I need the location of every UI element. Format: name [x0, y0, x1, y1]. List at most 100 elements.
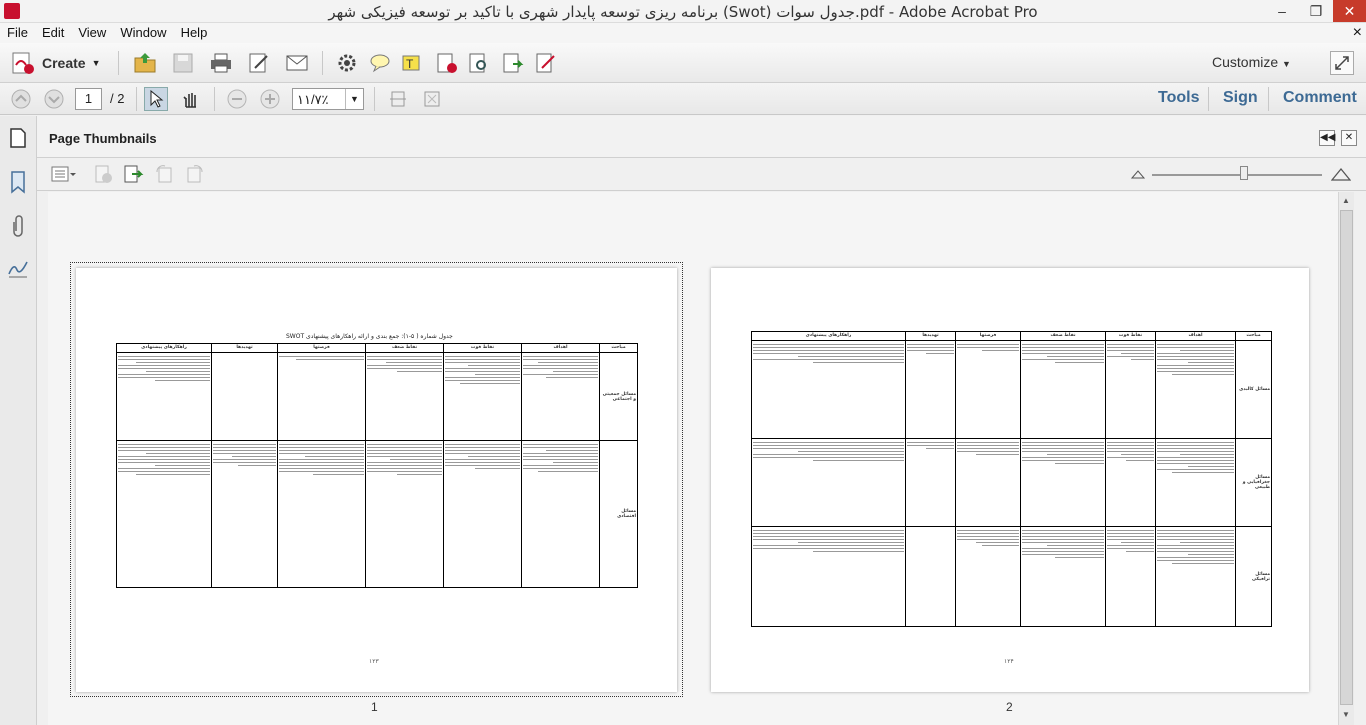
options-menu-icon[interactable]	[51, 162, 77, 186]
swot-table-page-1: مباحث اهداف نقاط قوت نقاط ضعف فرصتها تهدیدها ر…	[116, 343, 638, 588]
email-icon[interactable]	[285, 51, 309, 75]
close-button[interactable]: ✕	[1333, 0, 1366, 22]
menu-edit[interactable]: Edit	[35, 23, 71, 40]
create-button[interactable]: Create ▼	[10, 51, 106, 75]
menu-file[interactable]: File	[0, 23, 35, 40]
panel-title: Page Thumbnails	[49, 131, 157, 146]
chevron-down-icon: ▼	[1282, 59, 1291, 69]
col-header: راهکارهای پیشنهادی	[751, 331, 906, 341]
export-icon[interactable]	[501, 51, 525, 75]
navigation-toolbar: 1 / 2 ۱۱/۷٪ ▼ Tools Sign Comment	[0, 83, 1366, 115]
thumbnails-panel-header: Page Thumbnails ◀◀ ✕	[37, 116, 1366, 158]
fullscreen-icon[interactable]	[1330, 51, 1354, 75]
rotate-clockwise-icon[interactable]	[183, 162, 207, 186]
select-tool-icon[interactable]	[144, 87, 168, 111]
shrink-thumbnails-icon[interactable]	[1129, 162, 1147, 186]
row-header: مسائل جمعیتی و اجتماعی	[599, 352, 638, 441]
comment-icon[interactable]	[368, 51, 392, 75]
tools-tab[interactable]: Tools	[1158, 89, 1199, 107]
comment-tab[interactable]: Comment	[1283, 89, 1357, 107]
col-header: تهدیدها	[905, 331, 956, 341]
thumbnails-toolbar	[37, 158, 1366, 191]
col-header: فرصتها	[955, 331, 1021, 341]
close-document-button[interactable]: ×	[1353, 24, 1362, 42]
page-thumbnail-2[interactable]: مباحث اهداف نقاط قوت نقاط ضعف فرصتها تهدیدها ر…	[711, 268, 1309, 692]
delete-pages-icon[interactable]	[91, 162, 115, 186]
next-page-icon[interactable]	[42, 87, 66, 111]
slider-thumb[interactable]	[1240, 166, 1248, 180]
create-label: Create	[42, 55, 86, 71]
fit-width-icon[interactable]	[420, 87, 444, 111]
scroll-up-icon[interactable]: ▲	[1342, 196, 1350, 205]
menu-help[interactable]: Help	[174, 23, 215, 40]
menu-window[interactable]: Window	[113, 23, 173, 40]
col-header: نقاط قوت	[443, 343, 522, 353]
insert-pages-icon[interactable]	[121, 162, 145, 186]
find-icon[interactable]	[467, 51, 491, 75]
signatures-icon[interactable]	[6, 256, 30, 280]
open-icon[interactable]	[133, 51, 157, 75]
gear-icon[interactable]	[335, 51, 359, 75]
page-thumbnail-1[interactable]: جدول شماره ( ۵-۱): جمع بندی و ارائه راهک…	[76, 268, 677, 692]
total-pages: / 2	[110, 91, 125, 106]
collapse-panel-button[interactable]: ◀◀	[1319, 130, 1335, 146]
previous-page-icon[interactable]	[9, 87, 33, 111]
page-thumbnails-icon[interactable]	[6, 126, 30, 150]
save-icon[interactable]	[171, 51, 195, 75]
menu-bar: File Edit View Window Help ×	[0, 23, 1366, 43]
sign-document-icon[interactable]	[534, 51, 558, 75]
main-toolbar: Create ▼ T Customize ▼	[0, 43, 1366, 83]
col-header: تهدیدها	[211, 343, 278, 353]
enlarge-thumbnails-icon[interactable]	[1329, 162, 1353, 186]
chevron-down-icon: ▼	[91, 58, 101, 68]
swot-table-page-2: مباحث اهداف نقاط قوت نقاط ضعف فرصتها تهدیدها ر…	[751, 331, 1272, 627]
col-header: اهداف	[521, 343, 600, 353]
customize-button[interactable]: Customize ▼	[1212, 54, 1291, 70]
col-header: مباحث	[1235, 331, 1272, 341]
edit-document-icon[interactable]	[247, 51, 271, 75]
zoom-in-icon[interactable]	[258, 87, 282, 111]
close-panel-button[interactable]: ✕	[1341, 130, 1357, 146]
row-header: مسائل اقتصادی	[599, 440, 638, 588]
row-header: مسائل جغرافیایی و طبیعی	[1235, 438, 1272, 527]
customize-label: Customize	[1212, 54, 1279, 70]
col-header: راهکارهای پیشنهادی	[116, 343, 212, 353]
row-header: مسائل کالبدی	[1235, 340, 1272, 439]
create-pdf-icon	[12, 52, 34, 74]
page-label-1: 1	[371, 700, 378, 714]
restore-button[interactable]: ❐	[1299, 0, 1333, 22]
thumbnails-area: جدول شماره ( ۵-۱): جمع بندی و ارائه راهک…	[48, 192, 1338, 725]
fit-page-icon[interactable]	[386, 87, 410, 111]
page-footer-number: ۱۲۴	[1004, 659, 1014, 665]
highlight-text-icon[interactable]: T	[400, 51, 424, 75]
svg-text:T: T	[406, 57, 414, 71]
row-header: مسائل ترافیکی	[1235, 526, 1272, 627]
window-title: برنامه ریزی توسعه پایدار شهری با تاکید ب…	[328, 3, 1038, 21]
scroll-down-icon[interactable]: ▼	[1342, 710, 1350, 719]
print-icon[interactable]	[209, 51, 233, 75]
page-label-2: 2	[1006, 700, 1013, 714]
bookmarks-icon[interactable]	[6, 170, 30, 194]
navigation-pane-bar	[0, 116, 37, 725]
zoom-value: ۱۱/۷٪	[297, 92, 329, 107]
page-footer-number: ۱۲۳	[369, 659, 379, 665]
thumbnail-size-slider[interactable]	[1152, 174, 1322, 176]
chevron-down-icon: ▼	[345, 89, 363, 109]
minimize-button[interactable]: –	[1265, 0, 1299, 22]
zoom-out-icon[interactable]	[225, 87, 249, 111]
delete-page-icon[interactable]	[435, 51, 459, 75]
sign-tab[interactable]: Sign	[1223, 89, 1258, 107]
vertical-scrollbar[interactable]: ▲ ▼	[1338, 192, 1354, 725]
rotate-counterclockwise-icon[interactable]	[152, 162, 176, 186]
zoom-select[interactable]: ۱۱/۷٪ ▼	[292, 88, 364, 110]
page-number-input[interactable]: 1	[75, 88, 102, 110]
hand-tool-icon[interactable]	[179, 87, 203, 111]
attachments-icon[interactable]	[6, 214, 30, 238]
menu-view[interactable]: View	[71, 23, 113, 40]
col-header: مباحث	[599, 343, 638, 353]
title-bar: برنامه ریزی توسعه پایدار شهری با تاکید ب…	[0, 0, 1366, 23]
col-header: فرصتها	[277, 343, 366, 353]
scrollbar-thumb[interactable]	[1340, 210, 1353, 705]
col-header: نقاط قوت	[1105, 331, 1156, 341]
table-caption: جدول شماره ( ۵-۱): جمع بندی و ارائه راهک…	[286, 333, 453, 340]
